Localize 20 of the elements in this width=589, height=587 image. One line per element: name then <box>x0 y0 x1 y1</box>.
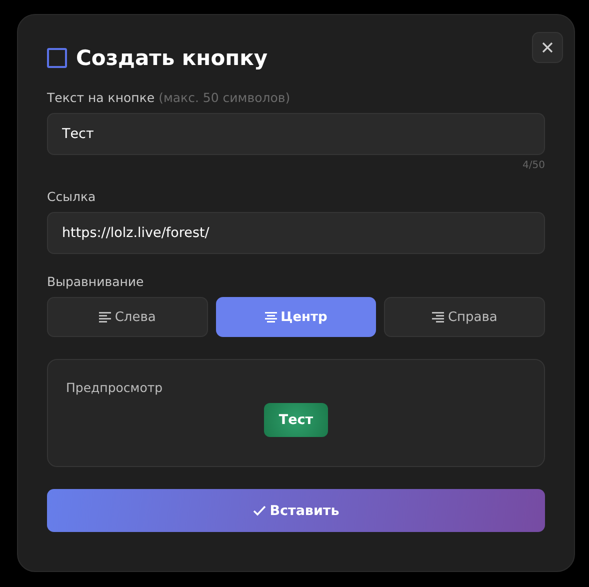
check-icon <box>252 505 266 516</box>
close-icon <box>542 42 553 53</box>
field-label: Текст на кнопке (макс. 50 символов) <box>47 90 292 105</box>
align-icon <box>98 312 111 322</box>
insert-button[interactable]: Вставить <box>47 489 545 532</box>
align-option[interactable]: Слева <box>47 297 208 337</box>
preview-button[interactable]: Тест <box>264 403 328 437</box>
dialog-title: Создать кнопку <box>76 46 268 70</box>
align-icon <box>432 312 444 322</box>
square-icon <box>47 48 67 68</box>
input-field[interactable]: https://lolz.live/forest/ <box>47 212 545 254</box>
close-button[interactable] <box>532 32 563 63</box>
char-counter: 4/50 <box>522 160 545 171</box>
field-label: Выравнивание <box>47 274 145 289</box>
align-icon <box>264 312 277 322</box>
field-label: Ссылка <box>47 189 97 204</box>
input-field[interactable]: Тест <box>47 113 545 155</box>
preview-label: Предпросмотр <box>66 380 163 395</box>
align-option[interactable]: Центр <box>216 297 376 337</box>
align-option[interactable]: Справа <box>384 297 545 337</box>
